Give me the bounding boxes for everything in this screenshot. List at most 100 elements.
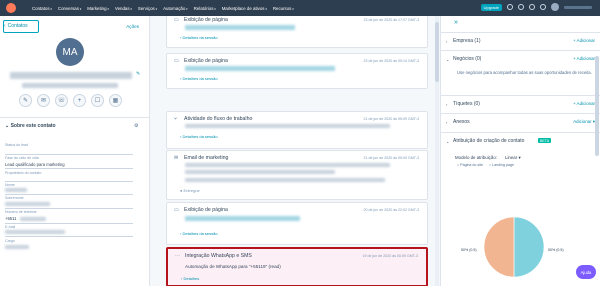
prop-value-redacted[interactable] (5, 230, 65, 234)
card-title: Atividade do fluxo de trabalho (184, 116, 253, 122)
prop-value-lifecycle[interactable]: Lead qualificado para marketing (5, 162, 65, 167)
section-company[interactable]: › Empresa (1) + Adicionar (441, 32, 600, 50)
prop-line (5, 223, 133, 224)
help-button[interactable]: Ajuda (576, 265, 596, 279)
chevron-down-icon: ⌄ (446, 57, 450, 62)
attribution-pie-chart (483, 216, 545, 278)
contact-actions: ✎ ✉ ☏ + ☐ ▦ (19, 94, 122, 107)
gear-icon[interactable]: ⚙ (134, 123, 138, 129)
add-ticket-button[interactable]: + Adicionar (573, 101, 595, 106)
integration-icon: ⋯ (175, 253, 180, 259)
note-icon[interactable]: ✎ (19, 94, 32, 107)
contact-email-redacted (22, 83, 118, 88)
menu-conversas[interactable]: Conversas (58, 6, 87, 11)
contact-sidebar: ‹ Contatos Ações MA ✎ ✎ ✉ ☏ + ☐ ▦ ⌄ Sobre… (0, 16, 150, 286)
prop-label-owner: Proprietário do contato (5, 171, 42, 175)
about-section-header[interactable]: ⌄ Sobre este contato (5, 123, 56, 129)
session-details-toggle[interactable]: › Detalhes da sessão (180, 231, 218, 236)
prop-value-redacted[interactable] (5, 245, 29, 249)
pie-slice-landing-page[interactable] (483, 216, 515, 278)
notifications-icon[interactable] (540, 4, 546, 10)
email-text-redacted (185, 170, 335, 174)
page-link-redacted[interactable] (185, 66, 335, 71)
marketplace-icon[interactable] (507, 4, 513, 10)
section-tickets[interactable]: › Tíquetes (0) + Adicionar (441, 95, 600, 113)
account-name[interactable] (564, 5, 592, 9)
nav-icons: Upgrade (480, 3, 592, 11)
menu-servicos[interactable]: Serviços (138, 6, 163, 11)
menu-marketplace[interactable]: Marketplace de ativos (222, 6, 273, 11)
scrollbar-thumb[interactable] (435, 22, 439, 82)
add-deal-button[interactable]: + Adicionar (573, 56, 595, 61)
contact-name-redacted (10, 72, 132, 79)
session-details-toggle[interactable]: › Detalhes da sessão (180, 76, 218, 81)
pie-label-left: 50% (0.5) (461, 248, 477, 252)
log-activity-icon[interactable]: + (73, 94, 86, 107)
add-company-button[interactable]: + Adicionar (573, 38, 595, 43)
edit-pencil-icon[interactable]: ✎ (136, 71, 140, 77)
card-title: Email de marketing (184, 155, 229, 161)
session-details-toggle[interactable]: › Detalhes da sessão (180, 134, 218, 139)
timeline-card[interactable]: ✉ Email de marketing 21 de jun de 2020 à… (166, 150, 428, 200)
collapse-sidebar-icon[interactable]: » (454, 19, 458, 26)
section-attachments[interactable]: › Anexos Adicionar ▾ (441, 113, 600, 132)
session-details-toggle[interactable]: › Detalhes da sessão (180, 35, 218, 40)
card-title: Exibição de página (184, 17, 228, 23)
workflow-text-redacted (185, 124, 390, 128)
add-attachment-dropdown[interactable]: Adicionar ▾ (573, 119, 595, 125)
email-icon[interactable]: ✉ (37, 94, 50, 107)
card-date: 21 de jun de 2020 às 05:09 GMT-3 (363, 117, 419, 121)
back-to-contacts-link[interactable]: ‹ Contatos (4, 23, 28, 29)
menu-vendas[interactable]: Vendas (115, 6, 138, 11)
prop-value-redacted[interactable] (5, 202, 50, 206)
prop-value-phone[interactable]: +5511 (5, 216, 16, 221)
whatsapp-sms-card[interactable]: ⋯ Integração WhatsApp e SMS 19 de jun de… (166, 247, 428, 286)
associations-sidebar: » › Empresa (1) + Adicionar ⌄ Negócios (… (440, 16, 600, 286)
timeline-card[interactable]: ▭ Exibição de página 23 de jun de 2020 à… (166, 16, 428, 48)
call-icon[interactable]: ☏ (55, 94, 68, 107)
email-text-redacted (185, 178, 385, 182)
contact-avatar[interactable]: MA (56, 38, 84, 66)
hubspot-logo-icon[interactable] (6, 3, 16, 13)
help-icon[interactable] (518, 4, 524, 10)
timeline-card[interactable]: ⑂ Atividade do fluxo de trabalho 21 de j… (166, 111, 428, 149)
email-text-redacted (185, 163, 390, 167)
right-scrollbar-thumb[interactable] (595, 56, 599, 156)
menu-marketing[interactable]: Marketing (87, 6, 115, 11)
page-link-redacted[interactable] (185, 25, 295, 30)
prop-value-redacted[interactable] (5, 188, 27, 192)
chevron-right-icon: › (446, 102, 448, 107)
menu-recursos[interactable]: Recursos (273, 6, 300, 11)
actions-dropdown[interactable]: Ações (126, 24, 139, 29)
prop-label-phone: Número de telefone (5, 210, 37, 214)
prop-line (5, 236, 133, 237)
timeline-card[interactable]: ▭ Exibição de página 20 de jun de 2020 à… (166, 202, 428, 245)
prop-line (5, 168, 133, 169)
page-view-icon: ▭ (174, 207, 179, 213)
card-date: 19 de jun de 2020 às 00:09 GMT-3 (362, 254, 418, 258)
menu-automacao[interactable]: Automação (163, 6, 194, 11)
prop-label-job-title: Cargo (5, 239, 15, 243)
settings-icon[interactable] (529, 4, 535, 10)
email-icon: ✉ (174, 155, 179, 161)
pie-slice-página-do-site[interactable] (513, 216, 545, 278)
timeline-card[interactable]: ▭ Exibição de página 23 de jun de 2020 à… (166, 53, 428, 89)
prop-line (5, 154, 133, 155)
card-date: 21 de jun de 2020 às 05:09 GMT-3 (363, 156, 419, 160)
prop-line (5, 208, 133, 209)
task-icon[interactable]: ☐ (91, 94, 104, 107)
section-deals[interactable]: ⌄ Negócios (0) + Adicionar Use negócios … (441, 50, 600, 95)
menu-contatos[interactable]: Contatos (32, 6, 58, 11)
page-link-redacted[interactable] (185, 216, 300, 221)
menu-relatorios[interactable]: Relatórios (194, 6, 222, 11)
chevron-right-icon: › (446, 39, 448, 44)
user-avatar[interactable] (551, 3, 559, 11)
email-status: ● Entregue (180, 188, 200, 193)
chevron-left-icon: ‹ (4, 23, 6, 29)
details-toggle[interactable]: › Detalhes (181, 276, 199, 281)
deals-empty-text: Use negócios para acompanhar todas as su… (457, 70, 592, 75)
meeting-icon[interactable]: ▦ (109, 94, 122, 107)
prop-label-first-name: Nome (5, 183, 15, 187)
divider (0, 117, 149, 118)
upgrade-button[interactable]: Upgrade (480, 3, 502, 11)
